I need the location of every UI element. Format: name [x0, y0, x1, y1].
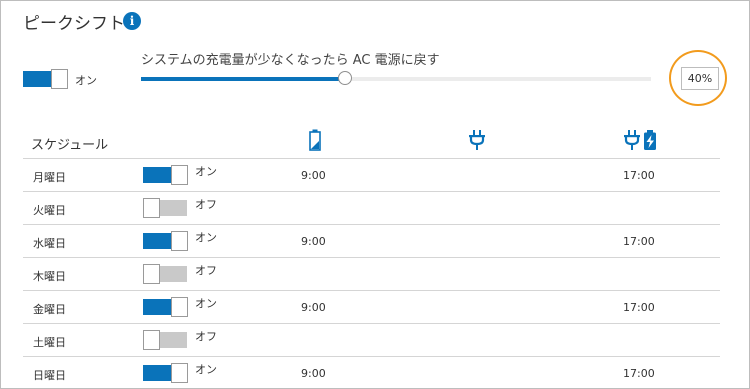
peak-shift-start-time[interactable]: 9:00 [301, 169, 326, 182]
slider-caption: システムの充電量が少なくなったら AC 電源に戻す [141, 53, 440, 68]
schedule-row[interactable]: 土曜日 オフ [23, 324, 720, 357]
peak-shift-end-time[interactable]: 17:00 [623, 301, 655, 314]
toggle-knob [171, 297, 188, 317]
threshold-percent-field[interactable]: 40% [681, 67, 719, 90]
slider-fill [141, 77, 345, 81]
day-toggle[interactable] [143, 330, 188, 350]
day-toggle-label: オン [195, 363, 217, 376]
peak-shift-end-time[interactable]: 17:00 [623, 235, 655, 248]
peak-shift-start-time[interactable]: 9:00 [301, 235, 326, 248]
day-toggle[interactable] [143, 165, 188, 185]
day-toggle-label: オフ [195, 264, 217, 277]
day-toggle-label: オン [195, 231, 217, 244]
day-label: 日曜日 [33, 369, 66, 382]
info-icon[interactable]: i [123, 12, 141, 30]
day-toggle-label: オン [195, 165, 217, 178]
schedule-row[interactable]: 金曜日 オン 9:00 17:00 [23, 291, 720, 324]
day-toggle-label: オフ [195, 198, 217, 211]
schedule-title: スケジュール [31, 138, 109, 153]
day-toggle[interactable] [143, 198, 188, 218]
threshold-slider[interactable] [141, 71, 651, 85]
schedule-row[interactable]: 月曜日 オン 9:00 17:00 [23, 159, 720, 192]
schedule-row[interactable]: 水曜日 オン 9:00 17:00 [23, 225, 720, 258]
toggle-knob [143, 330, 160, 350]
page-title: ピークシフト [23, 14, 125, 34]
toggle-knob [143, 198, 160, 218]
schedule-row[interactable]: 火曜日 オフ [23, 192, 720, 225]
peak-shift-toggle-label: オン [75, 74, 97, 87]
ac-plug-battery-icon [623, 129, 659, 155]
day-label: 月曜日 [33, 171, 66, 184]
day-toggle-label: オフ [195, 330, 217, 343]
day-toggle-label: オン [195, 297, 217, 310]
day-toggle[interactable] [143, 231, 188, 251]
peak-shift-start-time[interactable]: 9:00 [301, 301, 326, 314]
slider-thumb[interactable] [338, 71, 352, 85]
day-label: 土曜日 [33, 336, 66, 349]
day-label: 金曜日 [33, 303, 66, 316]
toggle-knob [171, 165, 188, 185]
schedule-row[interactable]: 木曜日 オフ [23, 258, 720, 291]
day-toggle[interactable] [143, 264, 188, 284]
battery-icon [309, 129, 321, 155]
toggle-knob [51, 69, 68, 89]
day-toggle[interactable] [143, 297, 188, 317]
peak-shift-end-time[interactable]: 17:00 [623, 367, 655, 380]
day-label: 火曜日 [33, 204, 66, 217]
peak-shift-start-time[interactable]: 9:00 [301, 367, 326, 380]
schedule-header: スケジュール [23, 126, 720, 159]
day-label: 木曜日 [33, 270, 66, 283]
ac-plug-icon [468, 129, 486, 155]
day-label: 水曜日 [33, 237, 66, 250]
toggle-knob [171, 363, 188, 383]
day-toggle[interactable] [143, 363, 188, 383]
schedule-row[interactable]: 日曜日 オン 9:00 17:00 [23, 357, 720, 388]
toggle-knob [171, 231, 188, 251]
peak-shift-panel: ピークシフト i オン システムの充電量が少なくなったら AC 電源に戻す 40… [0, 0, 750, 389]
toggle-knob [143, 264, 160, 284]
peak-shift-toggle[interactable] [23, 69, 68, 89]
peak-shift-end-time[interactable]: 17:00 [623, 169, 655, 182]
